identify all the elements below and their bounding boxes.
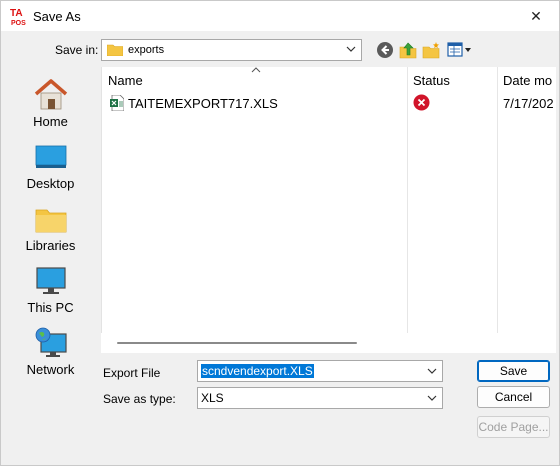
folder-icon — [107, 44, 123, 56]
place-home[interactable]: Home — [2, 72, 99, 132]
file-name: TAITEMEXPORT717.XLS — [128, 96, 278, 111]
new-folder-icon — [422, 42, 440, 59]
export-file-input[interactable]: scndvendexport.XLS — [201, 364, 314, 378]
chevron-down-icon — [427, 368, 437, 374]
place-label: Network — [26, 362, 75, 377]
title-bar: TA POS Save As ✕ — [1, 1, 559, 31]
chevron-down-icon — [346, 46, 356, 52]
up-folder-button[interactable] — [398, 40, 418, 60]
save-as-type-value: XLS — [201, 391, 224, 405]
cancel-button[interactable]: Cancel — [477, 386, 550, 408]
svg-text:POS: POS — [11, 20, 26, 27]
place-label: Home — [33, 114, 68, 129]
save-as-type-combo[interactable]: XLS — [197, 387, 443, 409]
places-bar: Home Desktop Libraries This PC Network — [2, 67, 99, 399]
place-network[interactable]: Network — [2, 320, 99, 380]
place-desktop[interactable]: Desktop — [2, 134, 99, 194]
file-list[interactable]: Name Status Date mo TAITEMEXPORT717.XLS … — [101, 67, 556, 333]
file-row[interactable]: TAITEMEXPORT717.XLS 7/17/202 — [102, 93, 557, 113]
excel-file-icon — [110, 95, 124, 111]
save-as-dialog: TA POS Save As ✕ Save in: exports Home D… — [0, 0, 560, 466]
column-header-status[interactable]: Status — [413, 73, 450, 88]
svg-text:TA: TA — [10, 8, 23, 19]
save-in-value: exports — [128, 44, 165, 56]
scrollbar-thumb[interactable] — [117, 342, 357, 344]
network-icon — [35, 327, 67, 357]
new-folder-button[interactable] — [421, 40, 441, 60]
libraries-icon — [35, 209, 67, 233]
place-label: This PC — [27, 300, 74, 315]
save-in-label: Save in: — [55, 43, 99, 57]
close-icon: ✕ — [530, 7, 542, 24]
view-menu-button[interactable] — [446, 40, 474, 60]
error-icon — [413, 94, 430, 111]
column-header-name[interactable]: Name — [108, 73, 143, 88]
horizontal-scrollbar[interactable] — [101, 333, 556, 353]
column-header-date[interactable]: Date mo — [503, 73, 557, 88]
back-button[interactable] — [375, 40, 395, 60]
chevron-down-icon — [427, 395, 437, 401]
place-label: Libraries — [25, 238, 76, 253]
up-folder-icon — [399, 42, 417, 59]
place-label: Desktop — [26, 176, 75, 191]
sort-ascending-icon — [251, 67, 261, 73]
save-in-combo[interactable]: exports — [101, 39, 362, 61]
back-icon — [377, 42, 393, 58]
desktop-icon — [35, 145, 67, 168]
place-libraries[interactable]: Libraries — [2, 196, 99, 256]
this-pc-icon — [36, 267, 66, 294]
app-logo-icon: TA POS — [10, 8, 26, 27]
export-file-combo[interactable]: scndvendexport.XLS — [197, 360, 443, 382]
close-button[interactable]: ✕ — [513, 1, 559, 31]
home-icon — [34, 79, 68, 110]
place-this-pc[interactable]: This PC — [2, 258, 99, 318]
file-date: 7/17/202 — [503, 96, 554, 111]
window-title: Save As — [33, 9, 81, 24]
export-file-label: Export File — [103, 366, 161, 380]
code-page-button[interactable]: Code Page... — [477, 416, 550, 438]
view-menu-icon — [447, 42, 471, 57]
save-as-type-label: Save as type: — [103, 392, 176, 406]
save-button[interactable]: Save — [477, 360, 550, 382]
